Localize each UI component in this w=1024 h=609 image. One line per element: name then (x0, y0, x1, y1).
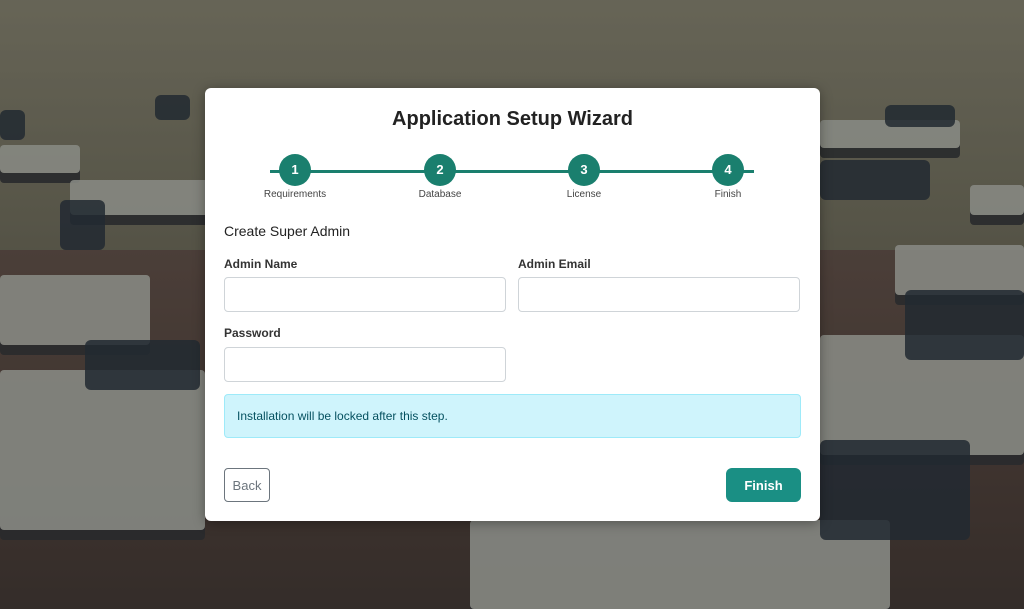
finish-button[interactable]: Finish (726, 468, 801, 502)
step-database: 2 Database (395, 154, 485, 200)
back-button[interactable]: Back (224, 468, 270, 502)
step-finish: 4 Finish (683, 154, 773, 200)
step-label: License (566, 189, 602, 200)
step-label: Requirements (263, 189, 327, 200)
admin-email-label: Admin Email (518, 257, 591, 271)
step-number: 1 (279, 154, 311, 186)
password-label: Password (224, 326, 281, 340)
section-title: Create Super Admin (224, 223, 351, 239)
info-alert: Installation will be locked after this s… (224, 394, 801, 438)
step-label: Database (418, 189, 462, 200)
setup-wizard-card: Application Setup Wizard 1 Requirements … (205, 88, 820, 521)
step-number: 2 (424, 154, 456, 186)
admin-email-input[interactable] (518, 277, 800, 312)
admin-name-input[interactable] (224, 277, 506, 312)
wizard-title: Application Setup Wizard (392, 108, 633, 130)
password-input[interactable] (224, 347, 506, 382)
stepper-progress-line (270, 170, 754, 173)
admin-name-label: Admin Name (224, 257, 298, 271)
step-number: 4 (712, 154, 744, 186)
step-number: 3 (568, 154, 600, 186)
step-license: 3 License (539, 154, 629, 200)
step-requirements: 1 Requirements (250, 154, 340, 200)
step-label: Finish (714, 189, 742, 200)
wizard-stepper: 1 Requirements 2 Database 3 License 4 Fi… (205, 142, 820, 204)
